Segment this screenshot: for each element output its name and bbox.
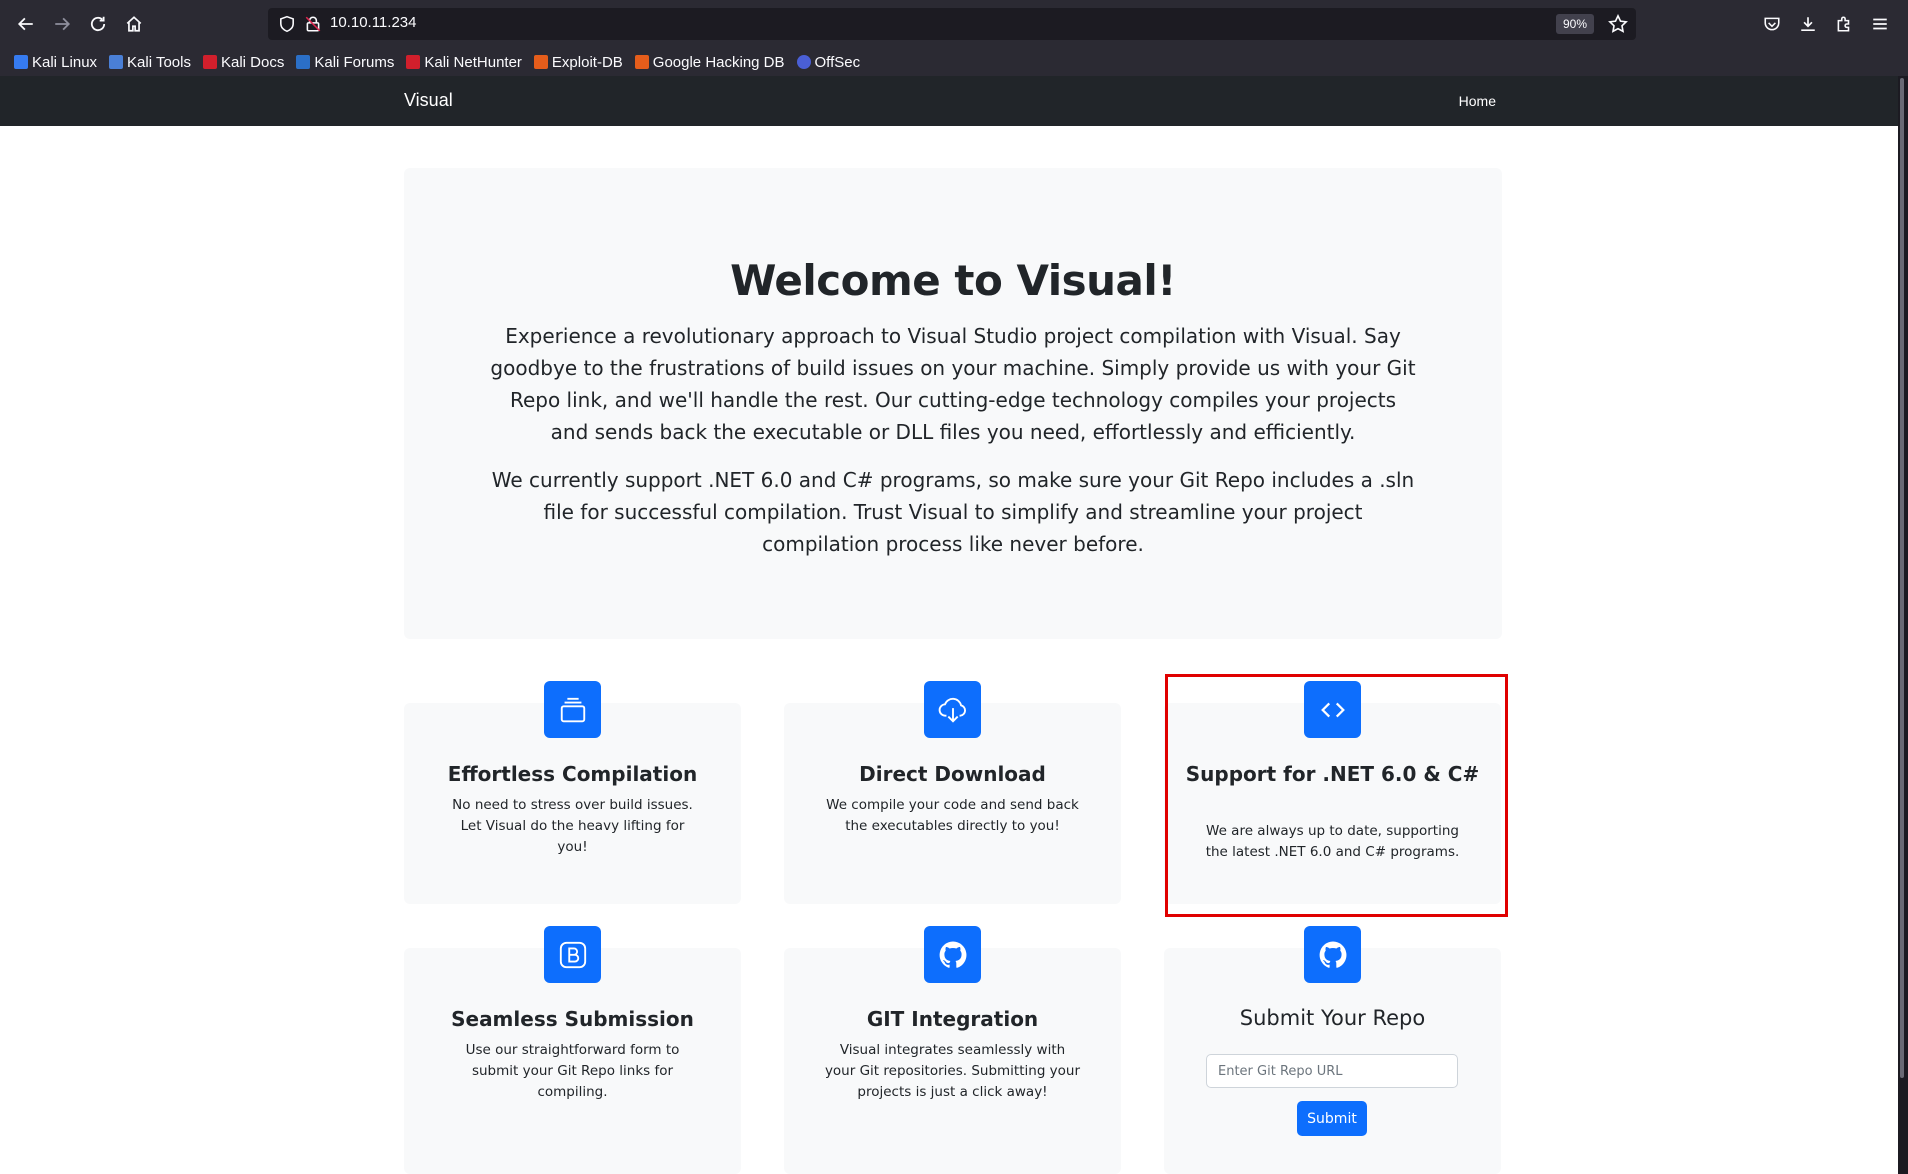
bookmark-label: Kali Docs [220, 53, 285, 71]
github-icon [1304, 926, 1361, 983]
bookmark-label: Exploit-DB [551, 53, 623, 71]
kali-linux-icon [14, 55, 28, 69]
bookmark-label: Kali Forums [314, 53, 395, 71]
app-menu-button[interactable] [1868, 12, 1892, 36]
code-icon [1304, 681, 1361, 738]
bookmark-star-icon[interactable] [1608, 14, 1628, 34]
collection-icon [544, 681, 601, 738]
feature-title: Seamless Submission [451, 1007, 694, 1031]
feature-text: Use our straightforward form to submit y… [465, 1042, 680, 1100]
feature-card-effortless-compilation: Effortless Compilation No need to stress… [404, 681, 741, 904]
pocket-button[interactable] [1760, 12, 1784, 36]
feature-text: Visual integrates seamlessly with your G… [824, 1042, 1081, 1100]
browser-toolbar: 10.10.11.234 90% [0, 0, 1908, 48]
url-text[interactable]: 10.10.11.234 [330, 14, 416, 31]
page-scrollbar[interactable] [1898, 76, 1908, 1174]
bookmark-kali-forums[interactable]: Kali Forums [296, 54, 394, 71]
feature-card-seamless-submission: Seamless Submission Use our straightforw… [404, 926, 741, 1174]
hero-title: Welcome to Visual! [730, 256, 1176, 305]
submit-button[interactable]: Submit [1297, 1101, 1367, 1136]
google-hacking-db-icon [634, 55, 649, 69]
hero-paragraph-2: We currently support .NET 6.0 and C# pro… [491, 468, 1415, 556]
puzzle-piece-icon [1837, 16, 1850, 32]
bookmarks-toolbar: Kali Linux Kali Tools Kali Docs Kali For… [0, 48, 1908, 76]
bootstrap-icon [544, 926, 601, 983]
bookmark-exploit-db[interactable]: Exploit-DB [533, 53, 623, 71]
reload-button[interactable] [84, 10, 112, 38]
bookmark-label: OffSec [814, 53, 861, 71]
bookmark-label: Google Hacking DB [652, 53, 785, 71]
scrollbar-thumb[interactable] [1900, 78, 1904, 1078]
zoom-level-badge[interactable]: 90% [1555, 14, 1594, 34]
forward-button[interactable] [48, 10, 76, 38]
feature-card-direct-download: Direct Download We compile your code and… [784, 681, 1121, 904]
navbar-brand[interactable]: Visual [404, 90, 453, 111]
bookmark-kali-nethunter[interactable]: Kali NetHunter [406, 54, 522, 71]
kali-nethunter-icon [406, 55, 421, 69]
bookmark-offsec[interactable]: OffSec [796, 53, 861, 71]
bookmark-label: Kali NetHunter [424, 53, 522, 71]
kali-docs-icon [202, 55, 217, 69]
bookmark-google-hacking-db[interactable]: Google Hacking DB [634, 53, 785, 71]
kali-forums-icon [296, 55, 311, 69]
github-icon [924, 926, 981, 983]
offsec-icon [796, 55, 811, 69]
feature-title: GIT Integration [866, 1007, 1039, 1031]
download-icon [1801, 17, 1815, 32]
form-title: Submit Your Repo [1239, 1006, 1426, 1030]
back-arrow-icon [17, 17, 33, 31]
downloads-button[interactable] [1796, 12, 1820, 36]
feature-text: No need to stress over build issues. Let… [452, 797, 693, 855]
bookmark-kali-docs[interactable]: Kali Docs [202, 53, 285, 71]
submit-repo-card: Submit Your Repo Submit [1164, 926, 1501, 1174]
git-repo-url-input[interactable] [1206, 1054, 1458, 1088]
pocket-icon [1764, 17, 1780, 31]
tracking-protection-shield-icon[interactable] [278, 15, 296, 33]
hero-section: Welcome to Visual! Experience a revoluti… [404, 168, 1502, 639]
hamburger-menu-icon [1873, 18, 1887, 30]
address-bar[interactable]: 10.10.11.234 90% [268, 8, 1636, 40]
feature-title: Support for .NET 6.0 & C# [1185, 762, 1480, 786]
back-button[interactable] [12, 10, 40, 38]
site-navbar: Visual Home [0, 76, 1898, 126]
forward-arrow-icon [55, 17, 71, 31]
exploit-db-icon [533, 55, 548, 69]
home-icon [126, 16, 142, 32]
extensions-button[interactable] [1832, 12, 1856, 36]
feature-card-dotnet-support: Support for .NET 6.0 & C# We are always … [1164, 681, 1501, 904]
bookmark-label: Kali Linux [32, 53, 98, 71]
bookmark-kali-linux[interactable]: Kali Linux [14, 54, 97, 71]
hero-paragraph-1: Experience a revolutionary approach to V… [490, 324, 1416, 444]
page-viewport: Visual Home Welcome to Visual! Experienc… [0, 76, 1898, 1174]
nav-link-home[interactable]: Home [1459, 93, 1496, 109]
feature-card-git-integration: GIT Integration Visual integrates seamle… [784, 926, 1121, 1174]
kali-tools-icon [109, 55, 124, 69]
reload-icon [90, 16, 106, 32]
feature-title: Direct Download [859, 762, 1046, 786]
feature-text: We compile your code and send back the e… [826, 797, 1079, 834]
feature-text: We are always up to date, supporting the… [1205, 823, 1460, 860]
cloud-download-icon [924, 681, 981, 738]
home-button[interactable] [120, 10, 148, 38]
bookmark-kali-tools[interactable]: Kali Tools [109, 54, 191, 71]
bookmark-label: Kali Tools [127, 53, 191, 71]
insecure-lock-icon[interactable] [304, 15, 322, 33]
feature-title: Effortless Compilation [447, 762, 698, 786]
